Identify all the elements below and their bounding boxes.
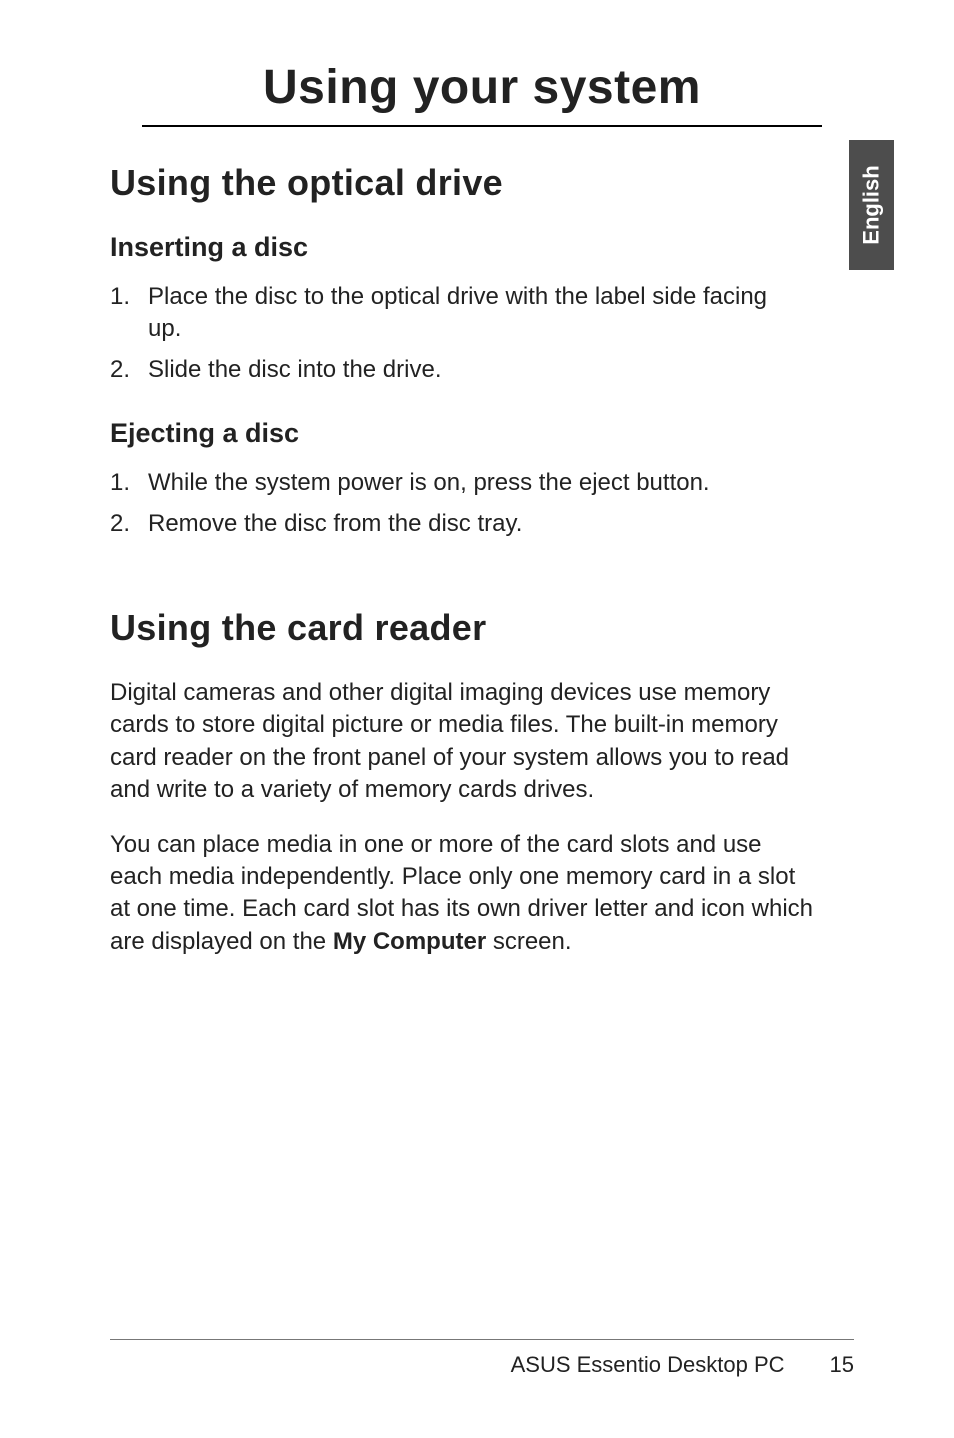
my-computer-bold: My Computer <box>333 928 486 955</box>
step-text: While the system power is on, press the … <box>148 469 710 496</box>
list-item: 1. While the system power is on, press t… <box>148 467 854 499</box>
list-item: 1. Place the disc to the optical drive w… <box>148 281 854 346</box>
section-optical-drive-title: Using the optical drive <box>110 162 854 204</box>
subsection-inserting-disc-title: Inserting a disc <box>110 232 854 263</box>
language-tab-label: English <box>859 165 885 244</box>
language-tab: English <box>849 140 894 270</box>
inserting-disc-steps: 1. Place the disc to the optical drive w… <box>110 281 854 386</box>
step-text: Slide the disc into the drive. <box>148 356 442 383</box>
step-text: Place the disc to the optical drive with… <box>148 283 767 342</box>
footer-page-number: 15 <box>830 1352 854 1378</box>
card-reader-paragraph-1: Digital cameras and other digital imagin… <box>110 677 854 807</box>
card-reader-paragraph-2: You can place media in one or more of th… <box>110 829 854 959</box>
step-text: Remove the disc from the disc tray. <box>148 510 522 537</box>
footer-product-name: ASUS Essentio Desktop PC <box>511 1352 785 1378</box>
para2-post: screen. <box>486 928 571 955</box>
list-item: 2. Slide the disc into the drive. <box>148 354 854 386</box>
step-number: 2. <box>110 354 130 386</box>
subsection-ejecting-disc-title: Ejecting a disc <box>110 418 854 449</box>
step-number: 1. <box>110 467 130 499</box>
ejecting-disc-steps: 1. While the system power is on, press t… <box>110 467 854 540</box>
section-card-reader-title: Using the card reader <box>110 607 854 649</box>
step-number: 1. <box>110 281 130 313</box>
page-footer: ASUS Essentio Desktop PC 15 <box>110 1339 854 1378</box>
list-item: 2. Remove the disc from the disc tray. <box>148 508 854 540</box>
step-number: 2. <box>110 508 130 540</box>
page-title: Using your system <box>142 60 822 127</box>
